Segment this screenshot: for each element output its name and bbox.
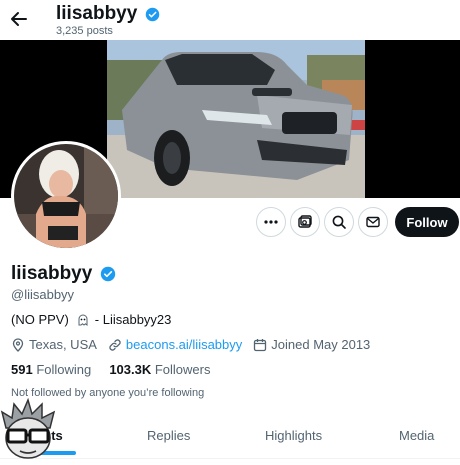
tab-highlights[interactable]: Highlights xyxy=(265,428,322,443)
header-title-row: liisabbyy xyxy=(56,3,160,25)
followers-stat[interactable]: 103.3K Followers xyxy=(109,362,210,377)
profile-stats: 591 Following 103.3K Followers xyxy=(11,362,210,377)
ghost-icon xyxy=(75,313,91,327)
header-title: liisabbyy xyxy=(56,3,138,24)
profile-name-row: liisabbyy xyxy=(11,263,116,285)
joined-text: Joined May 2013 xyxy=(271,337,371,352)
location-pin-icon xyxy=(12,337,24,352)
profile-name: liisabbyy xyxy=(11,263,93,284)
bio-prefix: (NO PPV) xyxy=(11,312,69,327)
location-text: Texas, USA xyxy=(29,337,97,352)
top-bar: liisabbyy 3,235 posts xyxy=(0,0,460,42)
tabs-divider xyxy=(0,458,460,459)
website-link[interactable]: beacons.ai/liisabbyy xyxy=(126,337,242,352)
message-button[interactable] xyxy=(358,207,388,237)
mascot-watermark xyxy=(0,397,58,460)
tab-media[interactable]: Media xyxy=(399,428,434,443)
subscribe-icon xyxy=(298,215,312,228)
verified-badge-icon xyxy=(145,7,160,22)
posts-count: 3,235 posts xyxy=(56,25,113,37)
search-icon xyxy=(332,215,346,229)
joined-item: Joined May 2013 xyxy=(253,337,370,352)
location-item: Texas, USA xyxy=(11,337,97,352)
subscribe-button[interactable] xyxy=(290,207,320,237)
followers-label: Followers xyxy=(154,362,211,377)
following-stat[interactable]: 591 Following xyxy=(11,362,91,377)
follow-button[interactable]: Follow xyxy=(395,207,459,237)
profile-meta: Texas, USA beacons.ai/liisabbyy Joined M… xyxy=(11,337,381,352)
search-button[interactable] xyxy=(324,207,354,237)
link-icon xyxy=(109,338,121,351)
verified-badge-icon xyxy=(100,266,116,282)
followers-count: 103.3K xyxy=(109,362,152,377)
profile-handle: @liisabbyy xyxy=(11,287,75,302)
following-count: 591 xyxy=(11,362,33,377)
website-item[interactable]: beacons.ai/liisabbyy xyxy=(108,337,242,352)
message-icon xyxy=(366,216,380,228)
calendar-icon xyxy=(254,338,267,351)
tab-replies[interactable]: Replies xyxy=(147,428,190,443)
more-icon xyxy=(264,220,278,224)
more-button[interactable] xyxy=(256,207,286,237)
back-arrow-icon[interactable] xyxy=(8,8,30,30)
profile-bio: (NO PPV) - Liisabbyy23 xyxy=(11,312,171,327)
following-label: Following xyxy=(36,362,92,377)
banner-car-image xyxy=(107,40,365,198)
profile-actions: Follow xyxy=(0,207,460,239)
bio-suffix: - Liisabbyy23 xyxy=(94,312,172,327)
